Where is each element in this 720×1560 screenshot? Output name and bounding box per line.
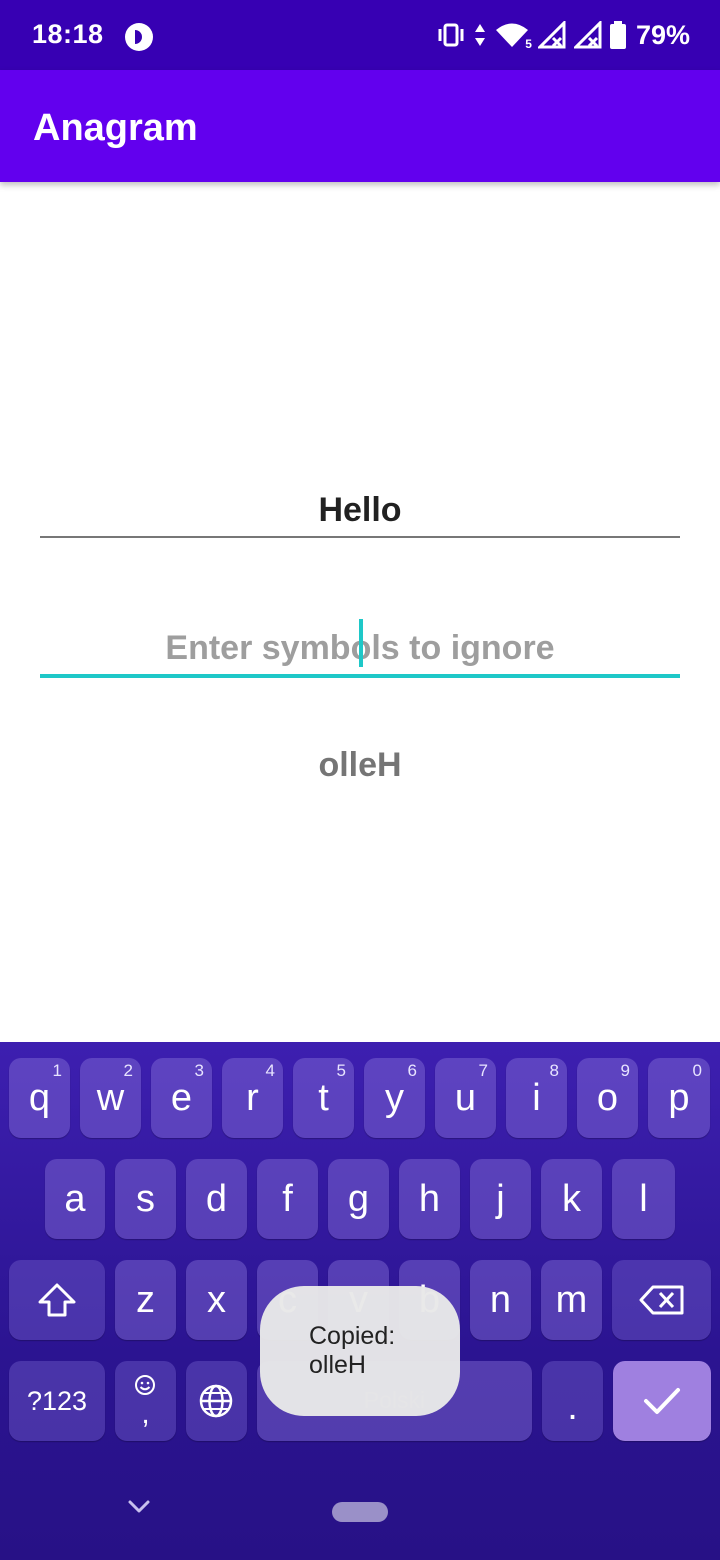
signal-no-sim-icon (537, 21, 566, 49)
key-n[interactable]: n (470, 1260, 531, 1340)
app-notification-icon (125, 23, 153, 51)
shift-key[interactable] (9, 1260, 105, 1340)
status-bar: 18:18 5 79% (0, 0, 720, 70)
network-badge: 5 (525, 37, 532, 51)
key-w[interactable]: w2 (80, 1058, 141, 1138)
wifi-icon: 5 (494, 21, 532, 51)
key-k[interactable]: k (541, 1159, 602, 1239)
battery-icon (609, 21, 626, 49)
anagram-result: olleH (318, 746, 402, 784)
key-l[interactable]: l (612, 1159, 675, 1239)
status-icons: 5 79% (436, 18, 690, 52)
key-q[interactable]: q1 (9, 1058, 70, 1138)
key-a[interactable]: a (45, 1159, 105, 1239)
key-z[interactable]: z (115, 1260, 176, 1340)
key-t[interactable]: t5 (293, 1058, 354, 1138)
symbols-key[interactable]: ?123 (9, 1361, 105, 1441)
emoji-comma-key[interactable]: , (115, 1361, 176, 1441)
battery-percent: 79% (635, 19, 690, 50)
app-bar: Anagram (0, 70, 720, 182)
chevron-down-icon[interactable] (126, 1498, 152, 1516)
key-g[interactable]: g (328, 1159, 389, 1239)
ignore-symbols-input[interactable]: Enter symbols to ignore (40, 619, 680, 678)
key-x[interactable]: x (186, 1260, 247, 1340)
word-input[interactable]: Hello (40, 488, 680, 538)
home-gesture-pill[interactable] (332, 1502, 388, 1522)
key-f[interactable]: f (257, 1159, 318, 1239)
key-d[interactable]: d (186, 1159, 247, 1239)
vibrate-icon (438, 23, 464, 47)
signal-no-sim-icon (573, 21, 602, 49)
key-m[interactable]: m (541, 1260, 602, 1340)
text-cursor (359, 619, 363, 667)
shift-icon (38, 1283, 76, 1317)
app-title: Anagram (33, 107, 198, 149)
key-s[interactable]: s (115, 1159, 176, 1239)
key-p[interactable]: p0 (648, 1058, 710, 1138)
enter-key[interactable] (613, 1361, 711, 1441)
key-j[interactable]: j (470, 1159, 531, 1239)
globe-icon (199, 1384, 233, 1418)
backspace-icon (639, 1285, 684, 1315)
comma-label: , (141, 1397, 150, 1430)
key-h[interactable]: h (399, 1159, 460, 1239)
status-time: 18:18 (32, 19, 104, 49)
period-key[interactable]: . (542, 1361, 603, 1441)
toast-line-2: olleH (309, 1351, 366, 1379)
key-e[interactable]: e3 (151, 1058, 212, 1138)
word-input-value: Hello (318, 491, 402, 529)
key-y[interactable]: y6 (364, 1058, 425, 1138)
key-o[interactable]: o9 (577, 1058, 638, 1138)
language-key[interactable] (186, 1361, 247, 1441)
emoji-icon (135, 1375, 155, 1395)
data-transfer-icon (474, 24, 485, 46)
key-r[interactable]: r4 (222, 1058, 283, 1138)
backspace-key[interactable] (612, 1260, 711, 1340)
key-u[interactable]: u7 (435, 1058, 496, 1138)
check-icon (644, 1388, 680, 1414)
key-i[interactable]: i8 (506, 1058, 567, 1138)
copied-toast: Copied: olleH (260, 1286, 460, 1416)
toast-line-1: Copied: (309, 1322, 396, 1350)
